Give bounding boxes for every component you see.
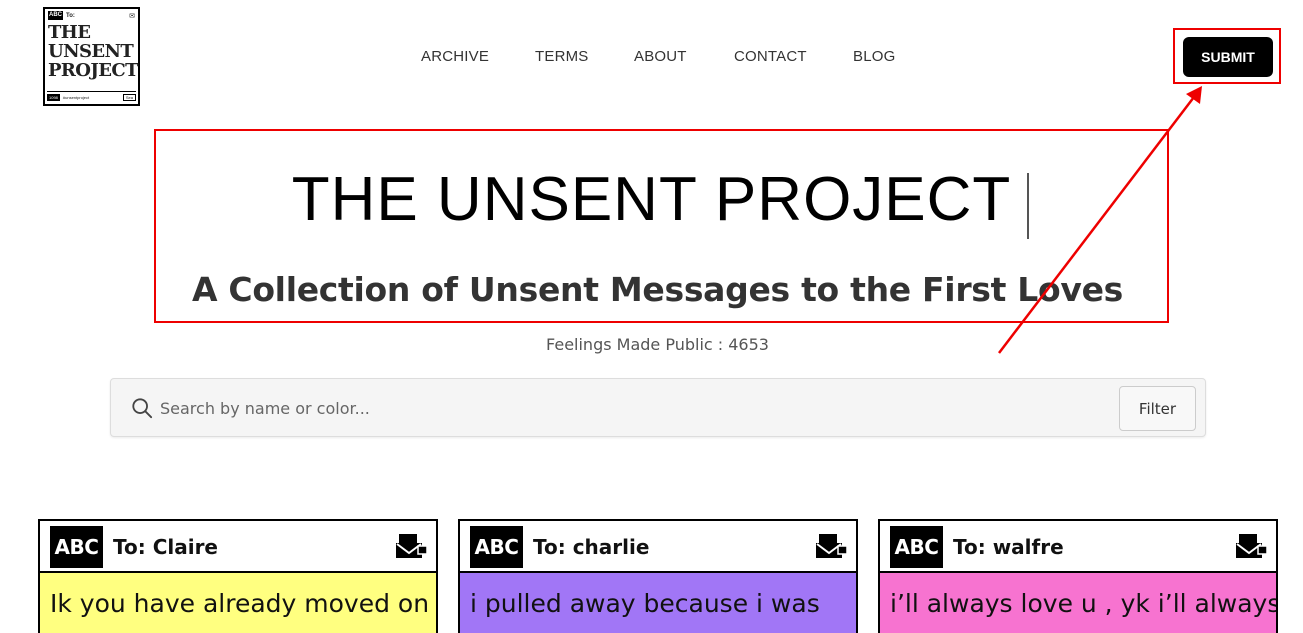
card-abc-badge: ABC xyxy=(50,526,103,568)
hero-title: THE UNSENT PROJECT xyxy=(291,165,1012,234)
card-header: ABC To: charlie xyxy=(460,521,856,573)
card-message: Ik you have already moved on xyxy=(40,573,436,633)
card-message: i’ll always love u , yk i’ll always xyxy=(880,573,1276,633)
message-card[interactable]: ABC To: walfre i’ll always love u , yk i… xyxy=(878,519,1278,633)
search-icon xyxy=(132,398,153,419)
mail-icon xyxy=(396,534,428,558)
main-nav: ARCHIVE TERMS ABOUT CONTACT BLOG xyxy=(0,48,1303,68)
submit-button[interactable]: SUBMIT xyxy=(1183,37,1273,77)
mail-icon xyxy=(816,534,848,558)
logo-abc-badge: ABC xyxy=(48,11,63,20)
logo-to-label: To: xyxy=(66,12,75,19)
logo-footer-hashtag: #unsentproject xyxy=(62,94,90,100)
card-abc-badge: ABC xyxy=(890,526,943,568)
logo-footer: 1098 #unsentproject Sea xyxy=(47,91,136,102)
card-header: ABC To: Claire xyxy=(40,521,436,573)
card-abc-badge: ABC xyxy=(470,526,523,568)
message-card[interactable]: ABC To: Claire Ik you have already moved… xyxy=(38,519,438,633)
nav-archive[interactable]: ARCHIVE xyxy=(421,48,489,65)
text-caret xyxy=(1027,173,1029,239)
message-card[interactable]: ABC To: charlie i pulled away because i … xyxy=(458,519,858,633)
card-message-text: Ik you have already moved on xyxy=(50,589,430,618)
mail-icon xyxy=(1236,534,1268,558)
nav-blog[interactable]: BLOG xyxy=(853,48,895,65)
hero-subtitle: A Collection of Unsent Messages to the F… xyxy=(191,270,1124,309)
search-input[interactable] xyxy=(160,393,1060,423)
card-recipient: To: charlie xyxy=(533,535,650,559)
logo-footer-end: Sea xyxy=(122,93,136,101)
filter-button[interactable]: Filter xyxy=(1119,386,1196,431)
logo-mail-icon: ✉ xyxy=(129,12,135,20)
nav-terms[interactable]: TERMS xyxy=(535,48,589,65)
nav-contact[interactable]: CONTACT xyxy=(734,48,807,65)
logo-header: ABC To: ✉ xyxy=(45,9,138,22)
search-bar: Filter xyxy=(110,378,1206,437)
logo-title-line-1: THE xyxy=(48,22,91,43)
logo-footer-tag: 1098 xyxy=(47,93,60,101)
nav-about[interactable]: ABOUT xyxy=(634,48,687,65)
card-message-text: i’ll always love u , yk i’ll always xyxy=(890,589,1278,618)
card-message: i pulled away because i was xyxy=(460,573,856,633)
card-message-text: i pulled away because i was xyxy=(470,589,820,618)
card-recipient: To: Claire xyxy=(113,535,218,559)
feelings-count: Feelings Made Public : 4653 xyxy=(546,335,769,354)
card-recipient: To: walfre xyxy=(953,535,1064,559)
card-header: ABC To: walfre xyxy=(880,521,1276,573)
